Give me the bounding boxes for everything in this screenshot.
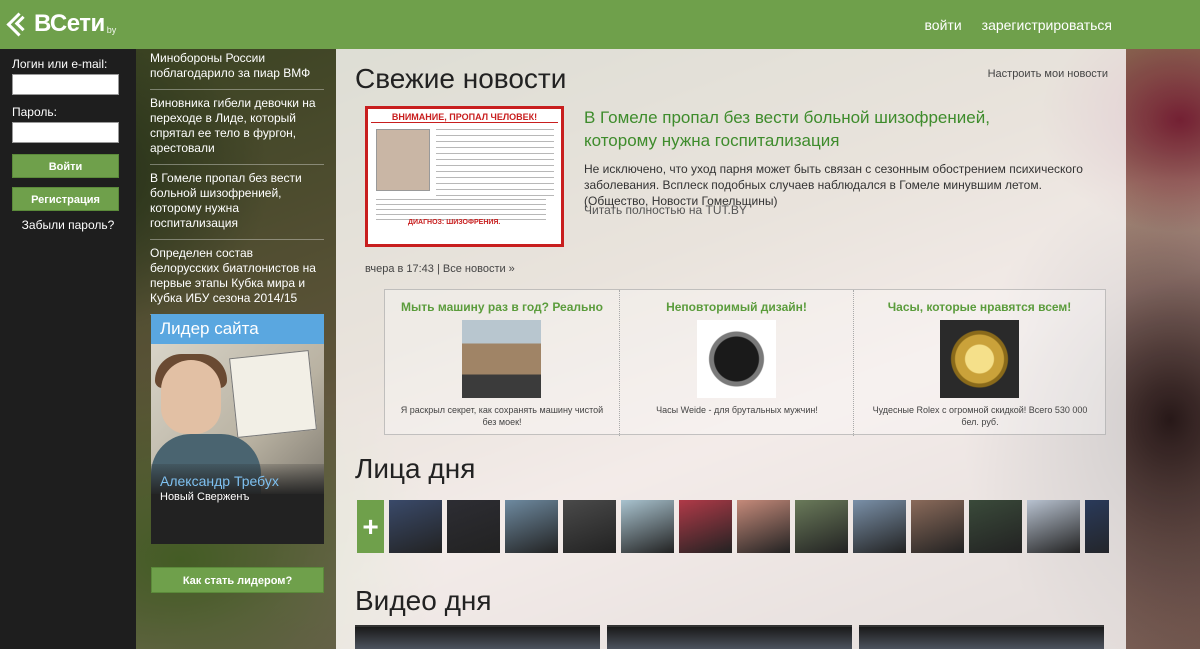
- leader-heading: Лидер сайта: [151, 314, 324, 344]
- list-item: Минобороны России поблагодарило за пиар …: [150, 45, 324, 90]
- news-link[interactable]: Определен состав белорусских биатлонисто…: [150, 246, 316, 305]
- register-link[interactable]: зарегистрироваться: [982, 17, 1112, 33]
- news-sidebar: Минобороны России поблагодарило за пиар …: [136, 49, 336, 649]
- article-body: Не исключено, что уход парня может быть …: [584, 162, 1083, 208]
- face-thumbnail[interactable]: [621, 500, 674, 553]
- password-input[interactable]: [12, 122, 119, 143]
- article-source-link[interactable]: Читать полностью на TUT.BY: [584, 203, 747, 217]
- password-label: Пароль:: [12, 105, 57, 119]
- face-thumbnail[interactable]: [795, 500, 848, 553]
- login-label: Логин или e-mail:: [12, 57, 108, 71]
- logo-text: ВСети: [34, 10, 105, 37]
- ad-item[interactable]: Часы, которые нравятся всем! Чудесные Ro…: [853, 290, 1105, 436]
- face-thumbnail[interactable]: [737, 500, 790, 553]
- list-item: Определен состав белорусских биатлонисто…: [150, 240, 324, 315]
- video-thumbnail[interactable]: [607, 625, 852, 649]
- leader-face: [161, 360, 221, 434]
- face-thumbnail[interactable]: [1085, 500, 1109, 553]
- main-content: Свежие новости Настроить мои новости ВНИ…: [336, 49, 1126, 649]
- video-thumbnail[interactable]: [859, 625, 1104, 649]
- poster-diagnosis: ДИАГНОЗ: ШИЗОФРЕНИЯ.: [408, 219, 501, 226]
- login-panel: Логин или e-mail: Пароль: Войти Регистра…: [0, 49, 136, 649]
- leader-drawing: [229, 350, 317, 438]
- top-nav: войти зарегистрироваться: [925, 17, 1112, 33]
- poster-text-block: [436, 129, 554, 199]
- forgot-password-link[interactable]: Забыли пароль?: [12, 218, 124, 232]
- face-thumbnail[interactable]: [679, 500, 732, 553]
- poster-text-block: [376, 199, 546, 221]
- watch-image[interactable]: [697, 320, 776, 398]
- news-link[interactable]: Минобороны России поблагодарило за пиар …: [150, 51, 310, 80]
- list-item: Виновника гибели девочки на переходе в Л…: [150, 90, 324, 165]
- leader-status: Новый Сверженъ: [160, 491, 250, 503]
- ads-block: Мыть машину раз в год? Реально Я раскрыл…: [384, 289, 1106, 436]
- faces-heading: Лица дня: [355, 453, 476, 484]
- background-right-strip: [1126, 49, 1200, 649]
- ad-title[interactable]: Мыть машину раз в год? Реально: [385, 300, 619, 314]
- how-to-become-leader-button[interactable]: Как стать лидером?: [151, 567, 324, 593]
- ad-text: Часы Weide - для брутальных мужчин!: [656, 405, 818, 415]
- news-image[interactable]: ВНИМАНИЕ, ПРОПАЛ ЧЕЛОВЕК! ДИАГНОЗ: ШИЗОФ…: [365, 106, 564, 247]
- login-input[interactable]: [12, 74, 119, 95]
- leader-name[interactable]: Александр Требух: [160, 473, 315, 489]
- video-thumbnail[interactable]: [355, 625, 600, 649]
- article-meta: вчера в 17:43 | Все новости »: [365, 263, 515, 275]
- sidebar-news-list: Минобороны России поблагодарило за пиар …: [150, 45, 324, 315]
- ad-title[interactable]: Неповторимый дизайн!: [620, 300, 853, 314]
- configure-news-link[interactable]: Настроить мои новости: [988, 68, 1108, 80]
- face-thumbnail[interactable]: [389, 500, 442, 553]
- login-link[interactable]: войти: [925, 17, 962, 33]
- logo-domain: by: [106, 25, 117, 35]
- face-thumbnail[interactable]: [447, 500, 500, 553]
- ad-item[interactable]: Неповторимый дизайн! Часы Weide - для бр…: [619, 290, 853, 436]
- ad-text: Я раскрыл секрет, как сохранять машину ч…: [400, 405, 604, 427]
- face-thumbnail[interactable]: [853, 500, 906, 553]
- site-leader-card: Лидер сайта Александр Требух Новый Сверж…: [151, 314, 324, 544]
- site-header: ВСети by войти зарегистрироваться: [0, 0, 1200, 49]
- add-face-button[interactable]: +: [357, 500, 384, 553]
- car-image[interactable]: [462, 320, 541, 398]
- face-thumbnail[interactable]: [505, 500, 558, 553]
- logo-arrow-icon: [8, 13, 30, 35]
- video-heading: Видео дня: [355, 585, 492, 616]
- gold-watch-image[interactable]: [940, 320, 1019, 398]
- poster-title: ВНИМАНИЕ, ПРОПАЛ ЧЕЛОВЕК!: [371, 112, 558, 123]
- ad-text: Чудесные Rolex с огромной скидкой! Всего…: [872, 405, 1088, 427]
- login-button[interactable]: Войти: [12, 154, 119, 178]
- face-thumbnail[interactable]: [911, 500, 964, 553]
- register-button[interactable]: Регистрация: [12, 187, 119, 211]
- video-strip: [355, 625, 1107, 649]
- site-logo[interactable]: ВСети by: [8, 10, 116, 38]
- news-link[interactable]: В Гомеле пропал без вести больной шизофр…: [150, 171, 302, 230]
- poster-photo: [376, 129, 430, 191]
- article-time: вчера в 17:43: [365, 263, 434, 275]
- ad-item[interactable]: Мыть машину раз в год? Реально Я раскрыл…: [385, 290, 619, 436]
- news-link[interactable]: Виновника гибели девочки на переходе в Л…: [150, 96, 316, 155]
- face-thumbnail[interactable]: [563, 500, 616, 553]
- faces-strip: +: [357, 500, 1109, 553]
- face-thumbnail[interactable]: [969, 500, 1022, 553]
- leader-info: Александр Требух Новый Сверженъ: [151, 464, 324, 544]
- news-heading: Свежие новости: [355, 63, 567, 94]
- ad-title[interactable]: Часы, которые нравятся всем!: [854, 300, 1105, 314]
- list-item: В Гомеле пропал без вести больной шизофр…: [150, 165, 324, 240]
- article-title[interactable]: В Гомеле пропал без вести больной шизофр…: [584, 106, 1064, 152]
- face-thumbnail[interactable]: [1027, 500, 1080, 553]
- all-news-link[interactable]: Все новости »: [443, 263, 515, 275]
